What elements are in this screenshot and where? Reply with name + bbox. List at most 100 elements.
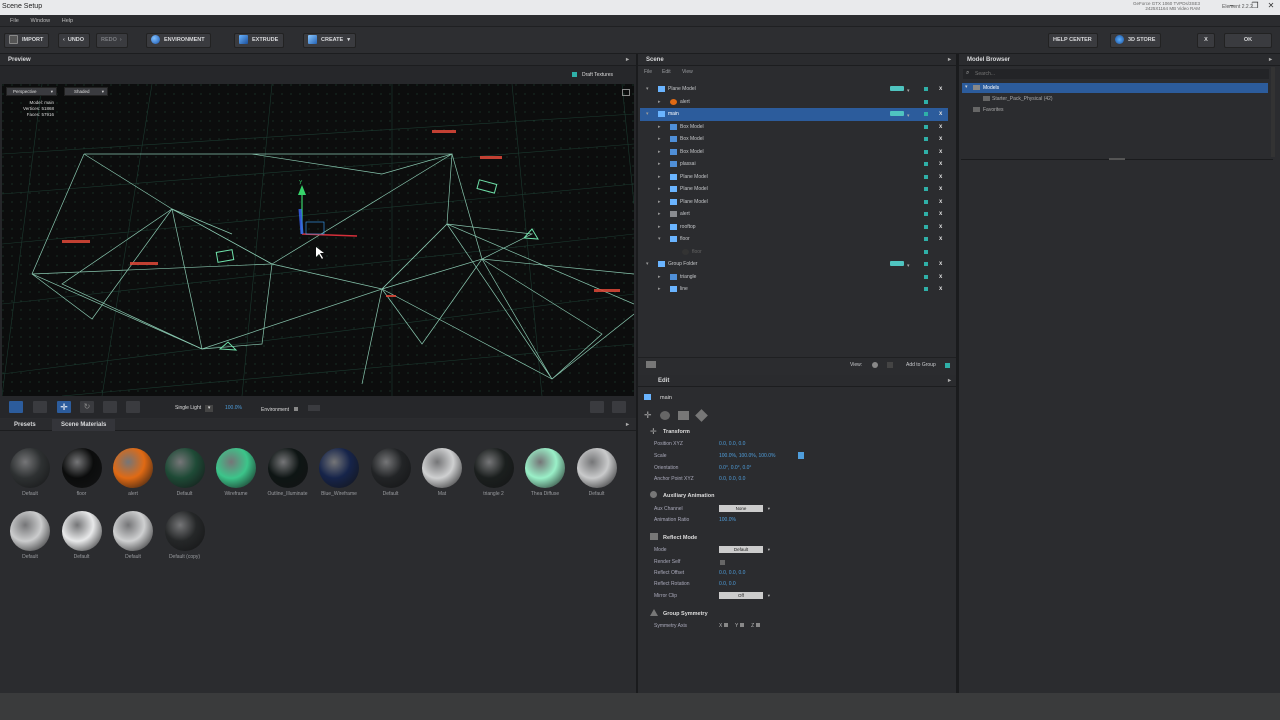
scene-row[interactable]: ▸ Box Model x [640,121,948,134]
render-self-checkbox[interactable] [720,560,725,565]
material-swatch[interactable]: Default [7,448,53,497]
axis-x-checkbox[interactable] [723,623,728,627]
tree-item-favorites[interactable]: Favorites [962,105,1268,115]
draft-textures-toggle[interactable]: Draft Textures [572,72,613,78]
chevron-right-icon[interactable]: ▸ [658,96,661,108]
scene-row[interactable]: ▾ Group Folder ▾ x [640,258,948,271]
axis-z-checkbox[interactable] [755,623,760,627]
animation-ratio-value[interactable]: 100.0% [719,517,736,523]
visibility-toggle[interactable] [924,124,928,129]
chevron-down-icon[interactable]: ▾ [646,83,649,95]
chevron-right-icon[interactable]: ▸ [658,146,661,158]
checkbox-icon[interactable] [572,72,577,78]
scene-row[interactable]: floor [640,246,948,259]
scene-row[interactable]: ▸ Box Model x [640,133,948,146]
environment-swatch[interactable] [308,405,321,411]
delete-icon[interactable]: x [939,283,942,295]
minimize-icon[interactable]: – [1225,1,1239,10]
visibility-toggle[interactable] [924,262,928,266]
material-swatch[interactable]: Blue_Wireframe [316,448,362,497]
material-swatch[interactable]: Default [7,511,53,560]
search-box[interactable]: ⌕ [963,69,1269,79]
select-icon[interactable] [33,401,47,413]
chevron-right-icon[interactable]: ▸ [658,208,661,220]
group-tag[interactable] [890,111,904,116]
material-swatch[interactable]: Default [59,511,105,560]
visibility-toggle[interactable] [924,237,928,241]
import-button[interactable]: IMPORT [4,33,50,48]
position-value[interactable]: 0.0, 0.0, 0.0 [719,441,745,447]
environment-toggle[interactable]: Environment [261,405,321,413]
chevron-right-icon[interactable]: ▸ [658,221,661,233]
material-swatch[interactable]: Thea Diffuse [522,448,568,497]
menu-window[interactable]: Window [31,18,51,24]
visibility-toggle[interactable] [924,87,928,91]
folder-icon[interactable] [646,361,656,368]
panel-arrow-icon[interactable]: ▸ [626,54,629,66]
maximize-icon[interactable]: ❐ [1248,1,1262,10]
material-icon[interactable] [678,411,689,420]
scene-row[interactable]: ▾ main ▾ x [640,108,948,121]
visibility-toggle[interactable] [924,187,928,191]
zoom-value[interactable]: 100.0% [225,405,242,411]
visibility-toggle[interactable] [924,199,928,204]
visibility-toggle[interactable] [924,224,928,229]
scene-menu-file[interactable]: File [644,66,652,78]
material-swatch[interactable]: Wireframe [213,448,259,497]
material-swatch[interactable]: Outline_Illuminate [265,448,311,497]
delete-icon[interactable]: x [939,196,942,208]
delete-icon[interactable]: x [939,183,942,195]
environment-button[interactable]: ENVIRONMENT [146,33,211,48]
group-tag[interactable] [890,86,904,91]
visibility-toggle[interactable] [924,212,928,216]
close-window-icon[interactable]: ✕ [1264,1,1278,10]
scrollbar[interactable] [1271,67,1275,157]
camera-mode-dropdown[interactable]: Perspective ▾ [6,87,57,96]
scene-row[interactable]: ▾ Plane Model ▾ x [640,83,948,96]
move-icon[interactable]: ✛ [57,401,71,413]
fullscreen-icon[interactable] [622,89,630,96]
tab-presets[interactable]: Presets [14,419,36,431]
delete-icon[interactable]: x [939,208,942,220]
axis-icon[interactable] [126,401,140,413]
create-button[interactable]: CREATE ▾ [303,33,356,48]
delete-icon[interactable]: x [939,258,942,270]
section-transform[interactable]: Transform [663,429,690,435]
visibility-toggle[interactable] [924,112,928,116]
scale-value[interactable]: 100.0%, 100.0%, 100.0% [719,453,775,459]
aux-channel-dropdown[interactable]: None [719,505,770,512]
visibility-toggle[interactable] [924,99,928,104]
checkbox-icon[interactable] [945,363,950,368]
visibility-toggle[interactable] [924,137,928,141]
chevron-down-icon[interactable]: ▾ [646,108,649,120]
visibility-toggle[interactable] [924,249,928,254]
delete-icon[interactable]: x [939,133,942,145]
chevron-right-icon[interactable]: ▸ [658,183,661,195]
axis-y-checkbox[interactable] [739,623,744,627]
chevron-right-icon[interactable]: ▸ [658,271,661,283]
sphere-icon[interactable] [695,409,708,422]
tree-item-starter-pack[interactable]: Starter_Pack_Physical (42) [962,94,1268,104]
visibility-toggle[interactable] [924,287,928,291]
display-icon[interactable] [612,401,626,413]
material-swatch[interactable]: Default (copy) [162,511,208,560]
reflect-rotation-value[interactable]: 0.0, 0.0 [719,581,736,587]
scene-row[interactable]: ▸ triangle x [640,271,948,284]
material-swatch[interactable]: Mat [419,448,465,497]
reflect-offset-value[interactable]: 0.0, 0.0, 0.0 [719,570,745,576]
delete-icon[interactable]: x [939,271,942,283]
scene-row[interactable]: ▸ line x [640,283,948,296]
material-swatch[interactable]: Default [162,448,208,497]
redo-button[interactable]: REDO › [96,33,128,48]
material-swatch[interactable]: triangle 2 [471,448,517,497]
delete-icon[interactable]: x [939,83,942,95]
section-reflect-mode[interactable]: Reflect Mode [663,535,697,541]
material-swatch[interactable]: Default [110,511,156,560]
menu-help[interactable]: Help [62,18,73,24]
group-tag[interactable] [890,261,904,266]
scene-row[interactable]: ▾ floor x [640,233,948,246]
material-swatch[interactable]: Default [368,448,414,497]
gear-icon[interactable] [660,411,670,420]
section-group-symmetry[interactable]: Group Symmetry [663,611,708,617]
extrude-button[interactable]: EXTRUDE [234,33,285,48]
